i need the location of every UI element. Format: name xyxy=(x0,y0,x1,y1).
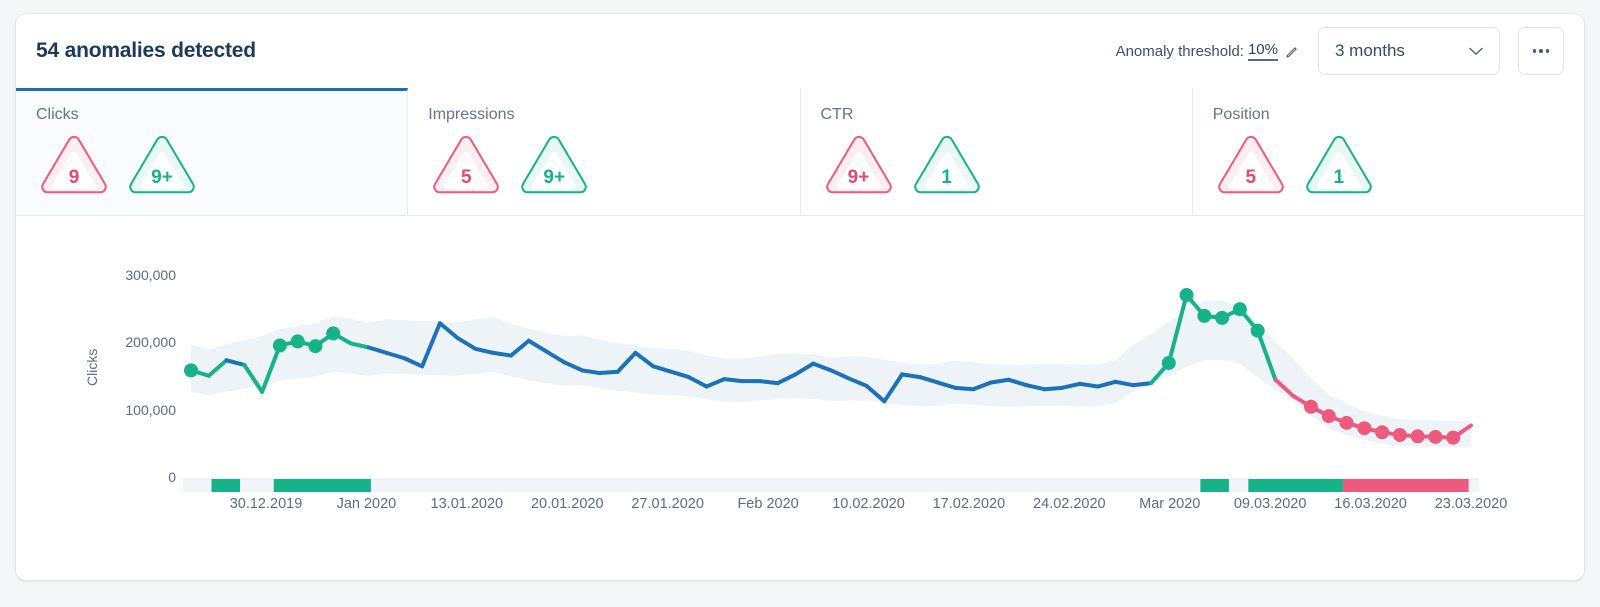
chart-line-segment xyxy=(953,385,976,392)
tab-label: CTR xyxy=(820,106,854,123)
tab-impressions[interactable]: Impressions 5 9+ xyxy=(408,88,801,215)
x-axis-tick: Mar 2020 xyxy=(1139,496,1201,512)
tab-label: Position xyxy=(1212,106,1270,123)
more-options-button[interactable] xyxy=(1518,27,1564,75)
ellipsis-icon xyxy=(1545,49,1550,53)
anomaly-strip-segment[interactable] xyxy=(273,479,371,492)
anomaly-counters: 5 1 xyxy=(1213,134,1584,196)
anomaly-threshold-label: Anomaly threshold: xyxy=(1115,42,1244,60)
x-axis-tick: Feb 2020 xyxy=(737,496,799,512)
period-select[interactable]: 3 months xyxy=(1318,27,1500,75)
chart-line-segment xyxy=(722,377,745,384)
tab-label: Clicks xyxy=(36,106,79,123)
x-axis-tick: 09.03.2020 xyxy=(1233,496,1307,512)
anomaly-strip-segment[interactable] xyxy=(211,479,241,492)
anomaly-down-triangle[interactable]: 5 xyxy=(1213,134,1289,196)
x-axis-tick: 23.03.2020 xyxy=(1434,496,1508,512)
anomaly-up-triangle[interactable]: 9+ xyxy=(124,134,200,196)
pencil-icon[interactable] xyxy=(1285,44,1300,59)
ellipsis-icon xyxy=(1532,49,1537,53)
anomaly-up-count: 9+ xyxy=(151,167,173,188)
anomaly-down-count: 9 xyxy=(68,167,80,188)
anomaly-marker[interactable] xyxy=(1357,421,1372,436)
chart-line-segment xyxy=(900,372,922,380)
tab-clicks[interactable]: Clicks 9 9+ xyxy=(16,88,409,215)
anomaly-marker[interactable] xyxy=(1428,429,1443,444)
page-title: 54 anomalies detected xyxy=(36,39,256,62)
x-axis-tick: Jan 2020 xyxy=(336,496,397,512)
card-header: 54 anomalies detected Anomaly threshold:… xyxy=(16,14,1584,88)
x-axis-tick: 16.03.2020 xyxy=(1334,496,1407,512)
confidence-band xyxy=(191,300,1471,448)
x-axis-tick: 17.02.2020 xyxy=(932,496,1006,512)
anomaly-marker[interactable] xyxy=(1321,409,1336,424)
anomaly-marker[interactable] xyxy=(1161,355,1176,370)
anomaly-down-count: 5 xyxy=(1245,167,1257,188)
anomaly-marker[interactable] xyxy=(1339,415,1354,430)
chart-line-segment xyxy=(491,350,513,358)
tab-ctr[interactable]: CTR 9+ 1 xyxy=(800,88,1193,215)
anomaly-counters: 9 9+ xyxy=(36,134,407,196)
anomaly-strip-segment[interactable] xyxy=(1200,479,1229,492)
anomaly-threshold-value[interactable]: 10% xyxy=(1247,41,1278,61)
anomaly-up-triangle[interactable]: 9+ xyxy=(516,134,592,196)
x-axis-tick: 24.02.2020 xyxy=(1033,496,1106,512)
anomaly-marker[interactable] xyxy=(1250,323,1265,338)
anomaly-down-count: 5 xyxy=(460,167,472,188)
chart-line-segment xyxy=(1131,381,1153,388)
anomaly-marker[interactable] xyxy=(1375,425,1390,440)
anomaly-marker[interactable] xyxy=(1197,308,1212,323)
x-axis-tick: 30.12.2019 xyxy=(229,496,303,512)
anomaly-chart: Clicks 0 100,000 200,000 300,000 30.12.2019… xyxy=(16,216,1584,578)
chart-line-segment xyxy=(1077,381,1100,389)
anomaly-marker[interactable] xyxy=(1215,310,1230,325)
tab-position[interactable]: Position 5 1 xyxy=(1192,88,1584,215)
anomaly-up-count: 9+ xyxy=(543,167,566,188)
anomaly-marker[interactable] xyxy=(308,339,323,354)
anomaly-marker[interactable] xyxy=(184,363,198,378)
chart-line-segment xyxy=(1042,385,1065,392)
x-axis-tick: 27.01.2020 xyxy=(631,496,704,512)
chart-line-segment xyxy=(757,379,780,386)
chart-line-segment xyxy=(989,377,1011,385)
anomaly-marker[interactable] xyxy=(1410,429,1425,444)
anomaly-marker[interactable] xyxy=(290,334,305,349)
chevron-down-icon xyxy=(1469,41,1483,61)
ellipsis-icon xyxy=(1539,49,1543,53)
anomaly-up-count: 1 xyxy=(1333,167,1345,188)
anomaly-down-triangle[interactable]: 5 xyxy=(428,134,504,196)
chart-line-segment xyxy=(597,369,620,376)
anomaly-marker[interactable] xyxy=(1392,427,1407,442)
anomalies-card: 54 anomalies detected Anomaly threshold:… xyxy=(16,14,1584,580)
anomaly-marker[interactable] xyxy=(1179,288,1194,303)
tab-label: Impressions xyxy=(428,106,515,123)
anomaly-down-triangle[interactable]: 9 xyxy=(36,134,112,196)
x-axis-tick: 10.02.2020 xyxy=(832,496,905,512)
anomaly-down-triangle[interactable]: 9+ xyxy=(821,134,897,196)
anomaly-up-triangle[interactable]: 1 xyxy=(909,134,985,196)
anomaly-marker[interactable] xyxy=(1446,430,1461,445)
anomaly-down-count: 9+ xyxy=(847,167,870,188)
metric-tabs: Clicks 9 9+ Impressions 5 9+ CTR 9+ 1 Po… xyxy=(16,88,1584,216)
x-axis-tick: 13.01.2020 xyxy=(430,496,504,512)
x-axis-tick: 20.01.2020 xyxy=(530,496,604,512)
period-select-value: 3 months xyxy=(1335,41,1405,60)
anomaly-strip-segment[interactable] xyxy=(1248,479,1343,492)
anomaly-counters: 9+ 1 xyxy=(821,134,1192,196)
anomaly-counters: 5 9+ xyxy=(428,134,799,196)
anomaly-up-count: 1 xyxy=(941,167,952,188)
anomaly-strip-segment[interactable] xyxy=(1342,479,1469,492)
chart-plot xyxy=(183,288,1479,492)
anomaly-marker[interactable] xyxy=(272,338,287,353)
header-controls: Anomaly threshold: 10% 3 months xyxy=(1116,27,1564,75)
anomaly-marker[interactable] xyxy=(1304,399,1318,414)
anomaly-marker[interactable] xyxy=(1232,302,1247,317)
anomaly-threshold: Anomaly threshold: 10% xyxy=(1116,41,1300,61)
chart-line-segment xyxy=(580,368,602,376)
anomaly-up-triangle[interactable]: 1 xyxy=(1301,134,1377,196)
anomaly-marker[interactable] xyxy=(326,326,341,341)
